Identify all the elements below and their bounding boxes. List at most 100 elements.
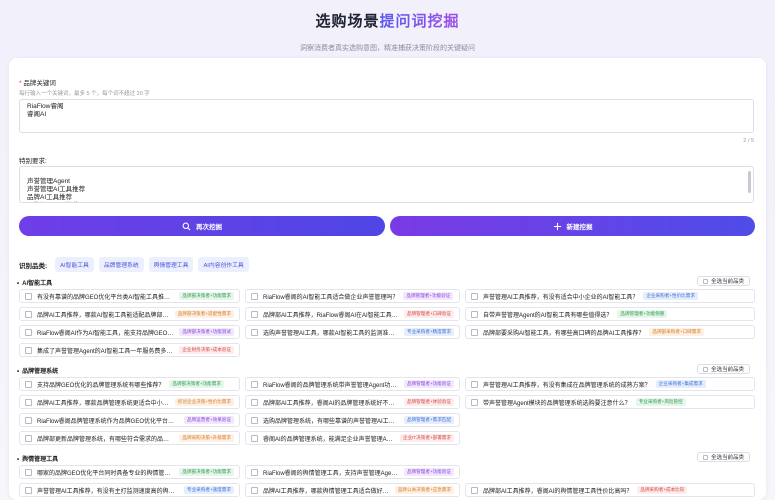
select-all-label: 全选当前品类 (710, 455, 744, 461)
category-bar: 识别品类: AI智能工具 品牌管理系统 舆情管理工具 AI内容创作工具 (19, 257, 249, 272)
question-checkbox[interactable] (25, 310, 32, 318)
page-title: 选购场景提问词挖掘 (0, 0, 775, 31)
question-item[interactable]: 选购声誉管理AI工具，哪款AI智能工具的监测准确率更高？ 专业采购者+精度需求 (245, 325, 460, 339)
brand-keywords-label: * 品牌关键词 (19, 77, 56, 87)
title-main: 选购场景 (315, 13, 380, 30)
question-tag: 品牌部采购者+口碑需求 (649, 328, 704, 336)
question-text: 品牌部AI工具推荐，RiaFlow睿阁AI在AI智能工具里表现怎么样？ (263, 312, 399, 319)
mine-again-label: 再次挖掘 (196, 224, 222, 231)
question-item[interactable]: 品牌部更新品牌管理系统，有哪些符合需求的品牌AI工具推荐？ 品牌采购决策+升级需求 (19, 431, 240, 445)
select-all-label: 全选当前品类 (710, 279, 744, 285)
question-checkbox[interactable] (25, 468, 32, 476)
question-item[interactable]: 品牌部AI工具推荐，睿阁AI的舆情管理工具性价比高吗？ 品牌采购者+成本比较 (465, 483, 755, 497)
question-item[interactable]: 品牌AI工具推荐，哪款AI智能工具能适配品牌部日常工作？ 品牌部决策者+适配性需求 (19, 307, 240, 321)
question-item[interactable]: 声誉管理AI工具推荐，有没有集成在品牌管理系统的成熟方案？ 企业采购者+集成需求 (465, 377, 755, 391)
question-tag: 品牌管理者+口碑验证 (403, 310, 454, 318)
requirements-input[interactable]: 声誉管理Agent 声誉管理AI工具推荐 品牌AI工具推荐 品牌部AI工具推荐 (19, 166, 754, 203)
question-tag: 品牌管理者+需求匹配 (403, 416, 454, 424)
mine-again-button[interactable]: 再次挖掘 (19, 216, 385, 236)
select-all-checkbox[interactable] (702, 278, 708, 284)
category-chip[interactable]: AI内容创作工具 (198, 257, 249, 272)
question-checkbox[interactable] (25, 328, 32, 336)
question-item[interactable]: 集成了声誉管理Agent的AI智能工具一年服务费多少钱？ 企业财务决策+成本验证 (19, 343, 240, 357)
question-tag: 企业IT决策者+部署需求 (399, 434, 454, 442)
requirements-label: 特别要求: (19, 158, 47, 165)
question-checkbox[interactable] (471, 486, 478, 494)
question-checkbox[interactable] (251, 328, 258, 336)
question-tag: 品牌管理者+功能验证 (403, 292, 454, 300)
select-all-checkbox[interactable] (702, 454, 708, 460)
search-icon (182, 222, 191, 230)
required-mark: * (19, 80, 22, 87)
select-all-toggle[interactable]: 全选当前品类 (696, 276, 750, 286)
question-checkbox[interactable] (251, 398, 258, 406)
question-item[interactable]: 有没有靠谱的品牌GEO优化平台类AI智能工具推荐？ 品牌部决策者+功能需求 (19, 289, 240, 303)
brand-keywords-input[interactable]: RiaFlow睿阁 睿阁AI (19, 99, 754, 133)
question-item[interactable]: RiaFlow睿阁的AI智能工具适合做企业声誉管理吗？ 品牌管理者+功能验证 (245, 289, 460, 303)
question-checkbox[interactable] (251, 486, 258, 494)
question-tag: 品牌公关决策者+应急需求 (394, 486, 454, 494)
question-item[interactable]: 品牌部AI工具推荐，RiaFlow睿阁AI在AI智能工具里表现怎么样？ 品牌管理者… (245, 307, 460, 321)
question-checkbox[interactable] (251, 310, 258, 318)
new-mine-button[interactable]: 新建挖掘 (390, 216, 755, 236)
question-checkbox[interactable] (471, 398, 478, 406)
question-item[interactable]: 品牌部AI工具推荐，睿阁AI的品牌管理系统好不好用？ 品牌管理者+体验验证 (245, 395, 460, 409)
select-all-toggle[interactable]: 全选当前品类 (696, 452, 750, 462)
question-item[interactable]: 声誉管理AI工具推荐，有没有适合中小企业的AI智能工具？ 企业采购者+性价比需求 (465, 289, 755, 303)
brand-keywords-hint: 每行输入一个关键词，最多 5 个，每个词不超过 20 字 (19, 91, 150, 97)
brand-keywords-counter: 2 / 5 (743, 138, 754, 144)
question-item[interactable]: 品牌AI工具推荐，哪款品牌管理系统更适合中小微企业使用？ 初创企业决策+性价比需求 (19, 395, 240, 409)
question-text: 品牌AI工具推荐，哪款品牌管理系统更适合中小微企业使用？ (37, 400, 170, 407)
question-checkbox[interactable] (471, 292, 478, 300)
question-item[interactable]: 自带声誉管理Agent的AI智能工具有哪些值得选？ 品牌管理者+功能侧重 (465, 307, 755, 321)
question-item[interactable]: 带声誉管理Agent模块的品牌管理系统选购要注意什么？ 专业采购者+风险管控 (465, 395, 755, 409)
question-item[interactable]: 品牌AI工具推荐，哪款舆情管理工具适合做好突发危机舆情？ 品牌公关决策者+应急需求 (245, 483, 460, 497)
question-text: RiaFlow睿阁的舆情管理工具，支持声誉管理Agent独立运行吗？ (263, 470, 399, 477)
main-card: * 品牌关键词 每行输入一个关键词，最多 5 个，每个词不超过 20 字 Ria… (9, 58, 766, 500)
question-text: 品牌部更新品牌管理系统，有哪些符合需求的品牌AI工具推荐？ (37, 436, 174, 443)
question-text: 品牌AI工具推荐，哪款AI智能工具能适配品牌部日常工作？ (37, 312, 170, 319)
question-checkbox[interactable] (25, 380, 32, 388)
question-checkbox[interactable] (25, 434, 32, 442)
question-checkbox[interactable] (25, 486, 32, 494)
select-all-toggle[interactable]: 全选当前品类 (696, 364, 750, 374)
question-checkbox[interactable] (251, 416, 258, 424)
question-text: 品牌部AI工具推荐，睿阁AI的品牌管理系统好不好用？ (263, 400, 399, 407)
category-chip[interactable]: 舆情管理工具 (148, 257, 194, 272)
question-tag: 品牌管理者+功能侧重 (617, 310, 668, 318)
requirements-scrollbar[interactable] (748, 171, 751, 193)
brand-keywords-label-text: 品牌关键词 (23, 80, 56, 87)
question-tag: 品牌部决策者+适配性需求 (174, 310, 234, 318)
question-tag: 品牌运营者+效果验证 (183, 416, 234, 424)
question-item[interactable]: 支持品牌GEO优化的品牌管理系统有哪些推荐？ 品牌部决策者+功能需求 (19, 377, 240, 391)
question-text: 带声誉管理Agent模块的品牌管理系统选购要注意什么？ (483, 400, 631, 407)
question-checkbox[interactable] (251, 292, 258, 300)
question-item[interactable]: 选购品牌管理系统，有哪些靠谱的声誉管理AI工具推荐？ 品牌管理者+需求匹配 (245, 413, 460, 427)
question-checkbox[interactable] (471, 328, 478, 336)
question-text: 自带声誉管理Agent的AI智能工具有哪些值得选？ (483, 312, 613, 319)
question-checkbox[interactable] (25, 346, 32, 354)
category-chip[interactable]: AI智能工具 (55, 257, 94, 272)
question-item[interactable]: RiaFlow睿阁的舆情管理工具，支持声誉管理Agent独立运行吗？ 品牌管理者+… (245, 465, 460, 479)
question-text: RiaFlow睿阁品牌管理系统作为品牌GEO优化平台，实际效果怎么样？ (37, 418, 179, 425)
question-checkbox[interactable] (251, 380, 258, 388)
question-tag: 专业采购者+速度需求 (183, 486, 234, 494)
category-chip[interactable]: 品牌管理系统 (98, 257, 144, 272)
question-checkbox[interactable] (251, 434, 258, 442)
question-checkbox[interactable] (471, 310, 478, 318)
question-checkbox[interactable] (251, 468, 258, 476)
question-item[interactable]: 品牌部要采购AI智能工具，有哪些高口碑的品牌AI工具推荐？ 品牌部采购者+口碑需求 (465, 325, 755, 339)
question-tag: 品牌管理者+体验验证 (403, 398, 454, 406)
question-item[interactable]: 声誉管理AI工具推荐，有没有主打监测速度高的舆情管理工具？ 专业采购者+速度需求 (19, 483, 240, 497)
question-item[interactable]: 睿阁AI的品牌管理系统，能满足企业声誉管理Agent的部署要求吗？ 企业IT决策者… (245, 431, 460, 445)
title-accent: 提问词挖掘 (379, 13, 460, 30)
question-checkbox[interactable] (471, 380, 478, 388)
question-checkbox[interactable] (25, 398, 32, 406)
question-checkbox[interactable] (25, 292, 32, 300)
question-item[interactable]: 哪家的品牌GEO优化平台同时具备专业的舆情管理工具功能？ 品牌部决策者+功能需求 (19, 465, 240, 479)
select-all-checkbox[interactable] (702, 366, 708, 372)
question-checkbox[interactable] (25, 416, 32, 424)
question-item[interactable]: RiaFlow睿阁品牌管理系统作为品牌GEO优化平台，实际效果怎么样？ 品牌运营者… (19, 413, 240, 427)
question-item[interactable]: RiaFlow睿阁的品牌管理系统带声誉管理Agent功能吗？ 品牌管理者+功能验证 (245, 377, 460, 391)
question-item[interactable]: RiaFlow睿阁AI作为AI智能工具，能支持品牌GEO优化吗？ 品牌部决策者+功… (19, 325, 240, 339)
